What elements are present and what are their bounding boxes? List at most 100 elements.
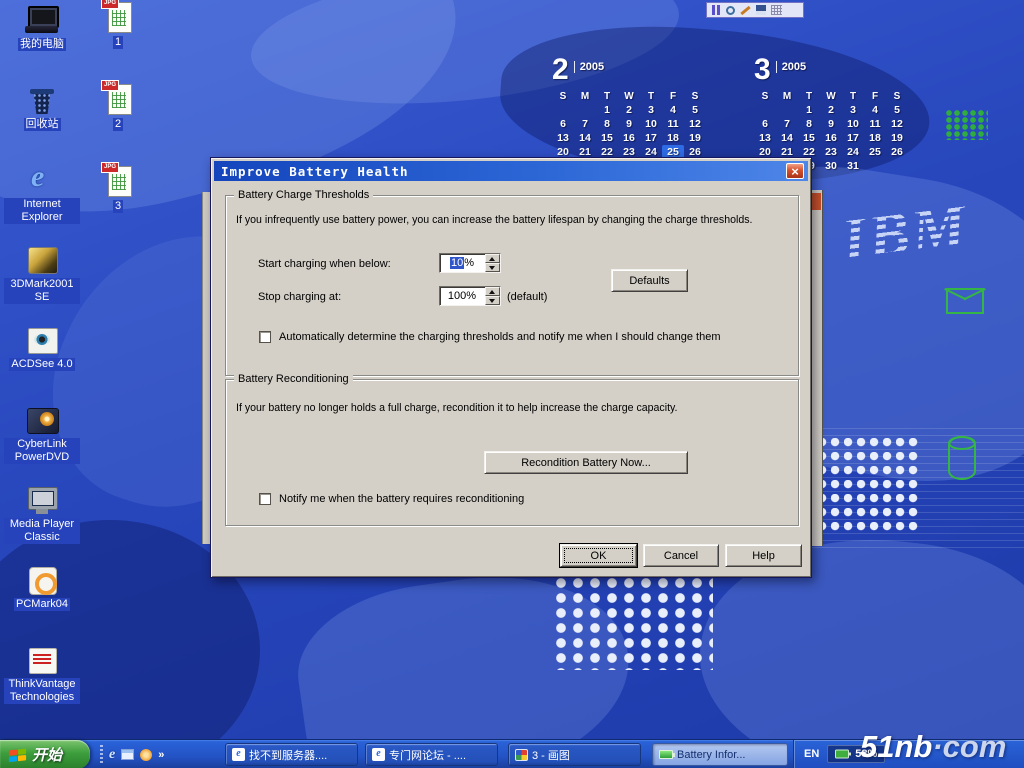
spin-up-button[interactable] (485, 254, 500, 263)
close-icon[interactable]: × (786, 163, 804, 179)
dialog-titlebar[interactable]: Improve Battery Health × (214, 161, 808, 181)
desktop-icon-my-computer[interactable]: 我的电脑 (4, 4, 80, 81)
selected-value: 10 (450, 257, 464, 269)
calendar-date: 31 (842, 159, 864, 173)
task-label: 3 - 画图 (532, 747, 570, 763)
notify-reconditioning-label[interactable]: Notify me when the battery requires reco… (279, 493, 524, 505)
calendar-date: 18 (864, 131, 886, 145)
desktop-icon-label: ACDSee 4.0 (9, 358, 74, 371)
ok-button[interactable]: OK (560, 544, 637, 567)
desktop-icon-label: 1 (113, 36, 123, 49)
cancel-button[interactable]: Cancel (643, 544, 719, 567)
calendar-date: 8 (798, 117, 820, 131)
calendar-date: 10 (640, 117, 662, 131)
battery-charge-thresholds-group: Battery Charge Thresholds If you infrequ… (225, 195, 799, 376)
calendar-empty (552, 103, 574, 117)
calendar-date: 3 (640, 103, 662, 117)
calendar-date: 23 (820, 145, 842, 159)
desktop-icon-label: 3DMark2001 SE (4, 278, 80, 304)
calendar-day-header: W (820, 90, 842, 103)
calendar-date: 3 (842, 103, 864, 117)
battery-icon (659, 750, 673, 759)
calendar-date: 13 (754, 131, 776, 145)
desktop-icon-powerdvd[interactable]: CyberLink PowerDVD (4, 404, 80, 481)
database-cylinder-icon (948, 436, 976, 480)
calendar-day-header: T (596, 90, 618, 103)
calendar-month-header: 22005 (552, 54, 712, 88)
desktop-icon-jpg-3[interactable]: JPG3 (94, 164, 142, 241)
calendar-month-header: 32005 (754, 54, 914, 88)
calendar-date: 17 (842, 131, 864, 145)
calendar-date: 9 (618, 117, 640, 131)
language-indicator[interactable]: EN (804, 748, 819, 760)
recondition-battery-button[interactable]: Recondition Battery Now... (484, 451, 688, 474)
auto-determine-label[interactable]: Automatically determine the charging thr… (279, 331, 720, 343)
calendar-date: 8 (596, 117, 618, 131)
background-window-close-sliver[interactable] (812, 193, 821, 210)
pen-icon[interactable] (740, 5, 750, 14)
stop-charging-label: Stop charging at: (258, 291, 341, 303)
calendar-date: 24 (842, 145, 864, 159)
calendar-date: 6 (754, 117, 776, 131)
spin-down-button[interactable] (485, 296, 500, 305)
stop-charging-value[interactable]: 100% (440, 287, 484, 305)
capture-region-icon[interactable] (726, 6, 735, 15)
capture-toolbar[interactable] (706, 2, 804, 18)
calendar-month-number: 2 (552, 54, 569, 86)
desktop-icon-media-player-classic[interactable]: Media Player Classic (4, 484, 80, 561)
desktop-icon-thinkvantage[interactable]: ThinkVantage Technologies (4, 644, 80, 721)
jpg-badge: JPG (101, 80, 119, 91)
desktop-icon-jpg-1[interactable]: JPG 1 (94, 0, 142, 77)
capture-handle-icon[interactable] (712, 5, 721, 15)
calendar-date: 9 (820, 117, 842, 131)
defaults-button[interactable]: Defaults (611, 269, 688, 292)
task-ie-server-not-found[interactable]: e找不到服务器.... (225, 743, 358, 766)
desktop-icon-pcmark04[interactable]: PCMark04 (4, 564, 80, 641)
calendar-date: 19 (684, 131, 706, 145)
task-battery-information[interactable]: Battery Infor... (652, 743, 788, 766)
calendar-year: 2005 (776, 61, 806, 73)
jpg-file-icon: JPG (100, 0, 136, 34)
grid-tool-icon[interactable] (771, 5, 782, 15)
auto-determine-checkbox[interactable] (259, 331, 271, 343)
stop-charging-spinner[interactable]: 100% (439, 286, 501, 306)
recycle-bin-icon (24, 84, 60, 116)
desktop-icon-jpg-2[interactable]: JPG 2 (94, 82, 142, 159)
start-charging-spinner[interactable]: 10% (439, 253, 501, 273)
start-charging-value[interactable]: 10% (440, 254, 484, 272)
internet-explorer-icon (24, 164, 60, 196)
save-icon[interactable] (756, 5, 766, 15)
background-window-right-edge[interactable] (812, 190, 823, 546)
reconditioning-description: If your battery no longer holds a full c… (236, 402, 677, 414)
51nb-watermark: 51nb·com (860, 729, 1006, 765)
task-paint[interactable]: 3 - 画图 (508, 743, 641, 766)
acdsee-icon (24, 324, 60, 356)
spin-up-button[interactable] (485, 287, 500, 296)
calendar-day-header: M (574, 90, 596, 103)
desktop-icon-3dmark2001[interactable]: 3DMark2001 SE (4, 244, 80, 321)
task-label: 专门网论坛 - .... (389, 747, 466, 763)
calendar-day-header: S (684, 90, 706, 103)
spin-down-button[interactable] (485, 263, 500, 272)
desktop-icon-label: PCMark04 (14, 598, 70, 611)
calendar-empty (754, 103, 776, 117)
3dmark2001-icon (24, 244, 60, 276)
start-charging-label: Start charging when below: (258, 258, 391, 270)
pcmark04-icon (24, 564, 60, 596)
notify-reconditioning-checkbox[interactable] (259, 493, 271, 505)
desktop-icon-label: 2 (113, 118, 123, 131)
desktop-icon-internet-explorer[interactable]: Internet Explorer (4, 164, 80, 241)
calendar-date: 4 (864, 103, 886, 117)
calendar-date: 17 (640, 131, 662, 145)
calendar-date: 6 (552, 117, 574, 131)
calendar-date: 15 (798, 131, 820, 145)
desktop-icon-acdsee[interactable]: ACDSee 4.0 (4, 324, 80, 401)
calendar-date: 30 (820, 159, 842, 173)
calendar-date: 15 (596, 131, 618, 145)
calendar-date: 19 (886, 131, 908, 145)
help-button[interactable]: Help (725, 544, 802, 567)
task-ie-forum[interactable]: e专门网论坛 - .... (365, 743, 498, 766)
desktop-icon-label: ThinkVantage Technologies (4, 678, 80, 704)
desktop[interactable]: IBM 我的电脑回收站Internet Explorer3DMark2001 S… (0, 0, 1024, 768)
desktop-icon-recycle-bin[interactable]: 回收站 (4, 84, 80, 161)
